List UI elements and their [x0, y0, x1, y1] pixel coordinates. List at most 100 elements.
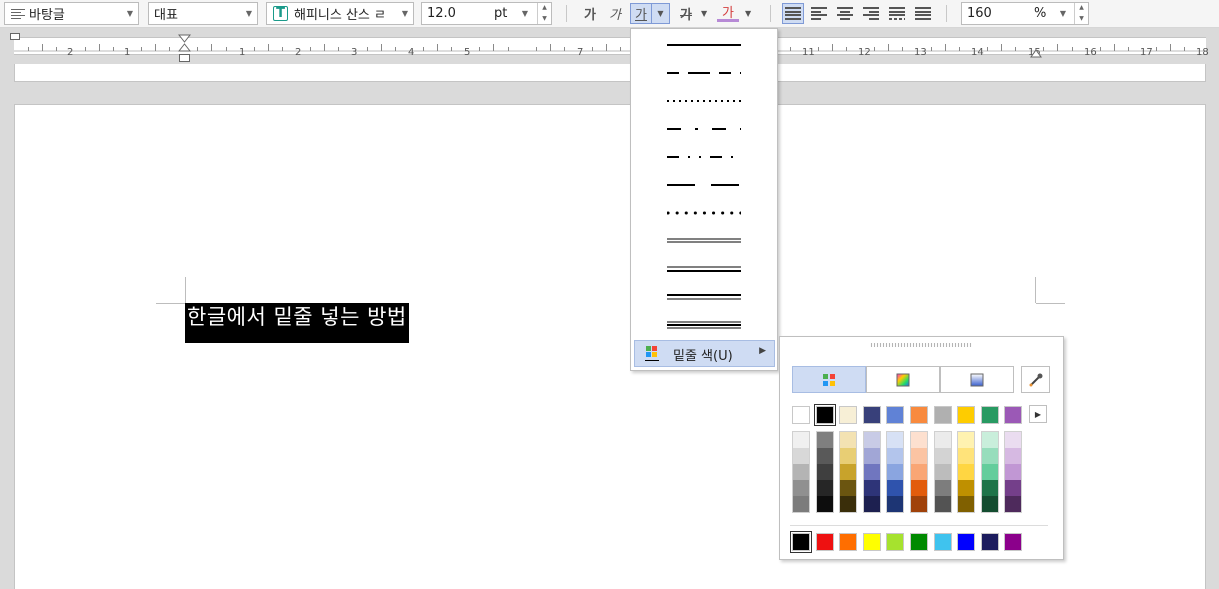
strikethrough-dropdown-icon[interactable]: ▼ — [701, 3, 707, 24]
shade-swatch[interactable] — [911, 448, 927, 464]
spin-up-icon[interactable]: ▲ — [1079, 5, 1084, 11]
language-combo[interactable]: 대표 ▼ — [148, 2, 258, 25]
spin-down-icon[interactable]: ▼ — [1079, 15, 1084, 22]
shade-swatch[interactable] — [981, 496, 998, 512]
selected-document-text[interactable]: 한글에서 밑줄 넣는 방법 — [185, 303, 409, 343]
underline-style-double-thin[interactable] — [641, 227, 767, 255]
underline-style-long-dash[interactable] — [641, 59, 767, 87]
underline-button[interactable]: 가 — [630, 3, 652, 24]
shade-swatch[interactable] — [934, 448, 951, 464]
shade-swatch[interactable] — [1005, 448, 1022, 464]
right-indent-marker-icon[interactable] — [1030, 49, 1042, 58]
paragraph-style-combo[interactable]: 바탕글 ▼ — [4, 2, 139, 25]
shade-swatch[interactable] — [1005, 480, 1022, 496]
color-swatch[interactable] — [957, 406, 976, 424]
font-size-spinner[interactable]: ▲ ▼ — [537, 3, 551, 24]
shade-swatch[interactable] — [887, 464, 904, 480]
shade-swatch[interactable] — [1005, 464, 1022, 480]
shade-swatch[interactable] — [887, 432, 904, 448]
shade-swatch[interactable] — [911, 432, 927, 448]
standard-color-swatch[interactable] — [839, 533, 858, 551]
standard-color-swatch[interactable] — [933, 533, 952, 551]
shade-swatch[interactable] — [816, 464, 833, 480]
shade-swatch[interactable] — [793, 432, 809, 448]
standard-color-swatch[interactable] — [957, 533, 976, 551]
zoom-combo[interactable]: 160 % ▼ ▲ ▼ — [961, 2, 1089, 25]
shade-swatch[interactable] — [863, 480, 880, 496]
shade-swatch[interactable] — [981, 464, 998, 480]
shade-swatch[interactable] — [958, 432, 975, 448]
underline-style-circle-dots[interactable] — [641, 199, 767, 227]
zoom-spinner[interactable]: ▲ ▼ — [1074, 3, 1088, 24]
panel-grip-icon[interactable] — [870, 343, 972, 347]
shade-swatch[interactable] — [981, 448, 998, 464]
shade-swatch[interactable] — [934, 464, 951, 480]
spin-down-icon[interactable]: ▼ — [542, 15, 547, 22]
shade-swatch[interactable] — [793, 496, 809, 512]
underline-style-dash-dot[interactable] — [641, 115, 767, 143]
shade-swatch[interactable] — [958, 448, 975, 464]
standard-color-swatch[interactable] — [1004, 533, 1023, 551]
font-color-button[interactable]: 가 — [717, 3, 739, 22]
bold-button[interactable]: 가 — [580, 3, 600, 24]
underline-color-menu-item[interactable]: 밑줄 색(U) ▶ — [634, 340, 775, 367]
underline-style-long-dash-gap[interactable] — [641, 171, 767, 199]
color-swatch[interactable] — [910, 406, 928, 424]
shade-swatch[interactable] — [840, 464, 857, 480]
indent-marker-icon[interactable] — [178, 34, 191, 64]
shade-swatch[interactable] — [840, 496, 857, 512]
shade-swatch[interactable] — [934, 432, 951, 448]
left-margin-marker-icon[interactable] — [10, 33, 20, 41]
tab-palette[interactable] — [792, 366, 866, 393]
shade-swatch[interactable] — [840, 480, 857, 496]
shade-swatch[interactable] — [816, 496, 833, 512]
tab-gradient[interactable] — [940, 366, 1014, 393]
shade-swatch[interactable] — [793, 464, 809, 480]
split-align-button[interactable] — [912, 3, 934, 24]
shade-swatch[interactable] — [958, 464, 975, 480]
right-align-button[interactable] — [860, 3, 882, 24]
color-swatch[interactable] — [813, 404, 836, 426]
shade-swatch[interactable] — [840, 448, 857, 464]
shade-swatch[interactable] — [934, 496, 951, 512]
color-swatch[interactable] — [886, 406, 905, 424]
shade-swatch[interactable] — [793, 480, 809, 496]
shade-swatch[interactable] — [887, 480, 904, 496]
shade-swatch[interactable] — [887, 448, 904, 464]
strikethrough-button[interactable]: 가 — [675, 3, 697, 24]
shade-swatch[interactable] — [863, 496, 880, 512]
font-size-combo[interactable]: 12.0 pt ▼ ▲ ▼ — [421, 2, 552, 25]
chevron-down-icon[interactable]: ▼ — [397, 3, 413, 24]
eyedropper-button[interactable] — [1021, 366, 1050, 393]
shade-swatch[interactable] — [934, 480, 951, 496]
standard-color-swatch[interactable] — [980, 533, 999, 551]
underline-style-triple[interactable] — [641, 311, 767, 339]
underline-style-thick-thin[interactable] — [641, 255, 767, 283]
shade-swatch[interactable] — [816, 448, 833, 464]
shade-swatch[interactable] — [863, 464, 880, 480]
shade-swatch[interactable] — [816, 480, 833, 496]
underline-style-thin-thick[interactable] — [641, 283, 767, 311]
standard-color-swatch[interactable] — [862, 533, 881, 551]
center-align-button[interactable] — [834, 3, 856, 24]
italic-button[interactable]: 가 — [605, 3, 625, 24]
chevron-down-icon[interactable]: ▼ — [1056, 3, 1070, 24]
shade-swatch[interactable] — [911, 480, 927, 496]
shade-swatch[interactable] — [793, 448, 809, 464]
shade-swatch[interactable] — [981, 480, 998, 496]
more-colors-button[interactable]: ▶ — [1029, 405, 1047, 423]
color-swatch[interactable] — [792, 406, 810, 424]
justify-align-button[interactable] — [782, 3, 804, 24]
color-swatch[interactable] — [980, 406, 999, 424]
ruler-scale[interactable]: 2 1 1 2 3 4 5 7 11 12 13 14 15 16 17 18 — [14, 37, 1209, 58]
underline-style-solid[interactable] — [641, 31, 767, 59]
tab-spectrum[interactable] — [866, 366, 940, 393]
spin-up-icon[interactable]: ▲ — [542, 5, 547, 11]
shade-swatch[interactable] — [958, 480, 975, 496]
shade-swatch[interactable] — [887, 496, 904, 512]
standard-color-swatch[interactable] — [790, 531, 812, 553]
chevron-down-icon[interactable]: ▼ — [518, 3, 532, 24]
underline-style-dotted[interactable] — [641, 87, 767, 115]
color-swatch[interactable] — [1004, 406, 1023, 424]
font-combo[interactable]: T 해피니스 산스 ㄹ ▼ — [266, 2, 414, 25]
